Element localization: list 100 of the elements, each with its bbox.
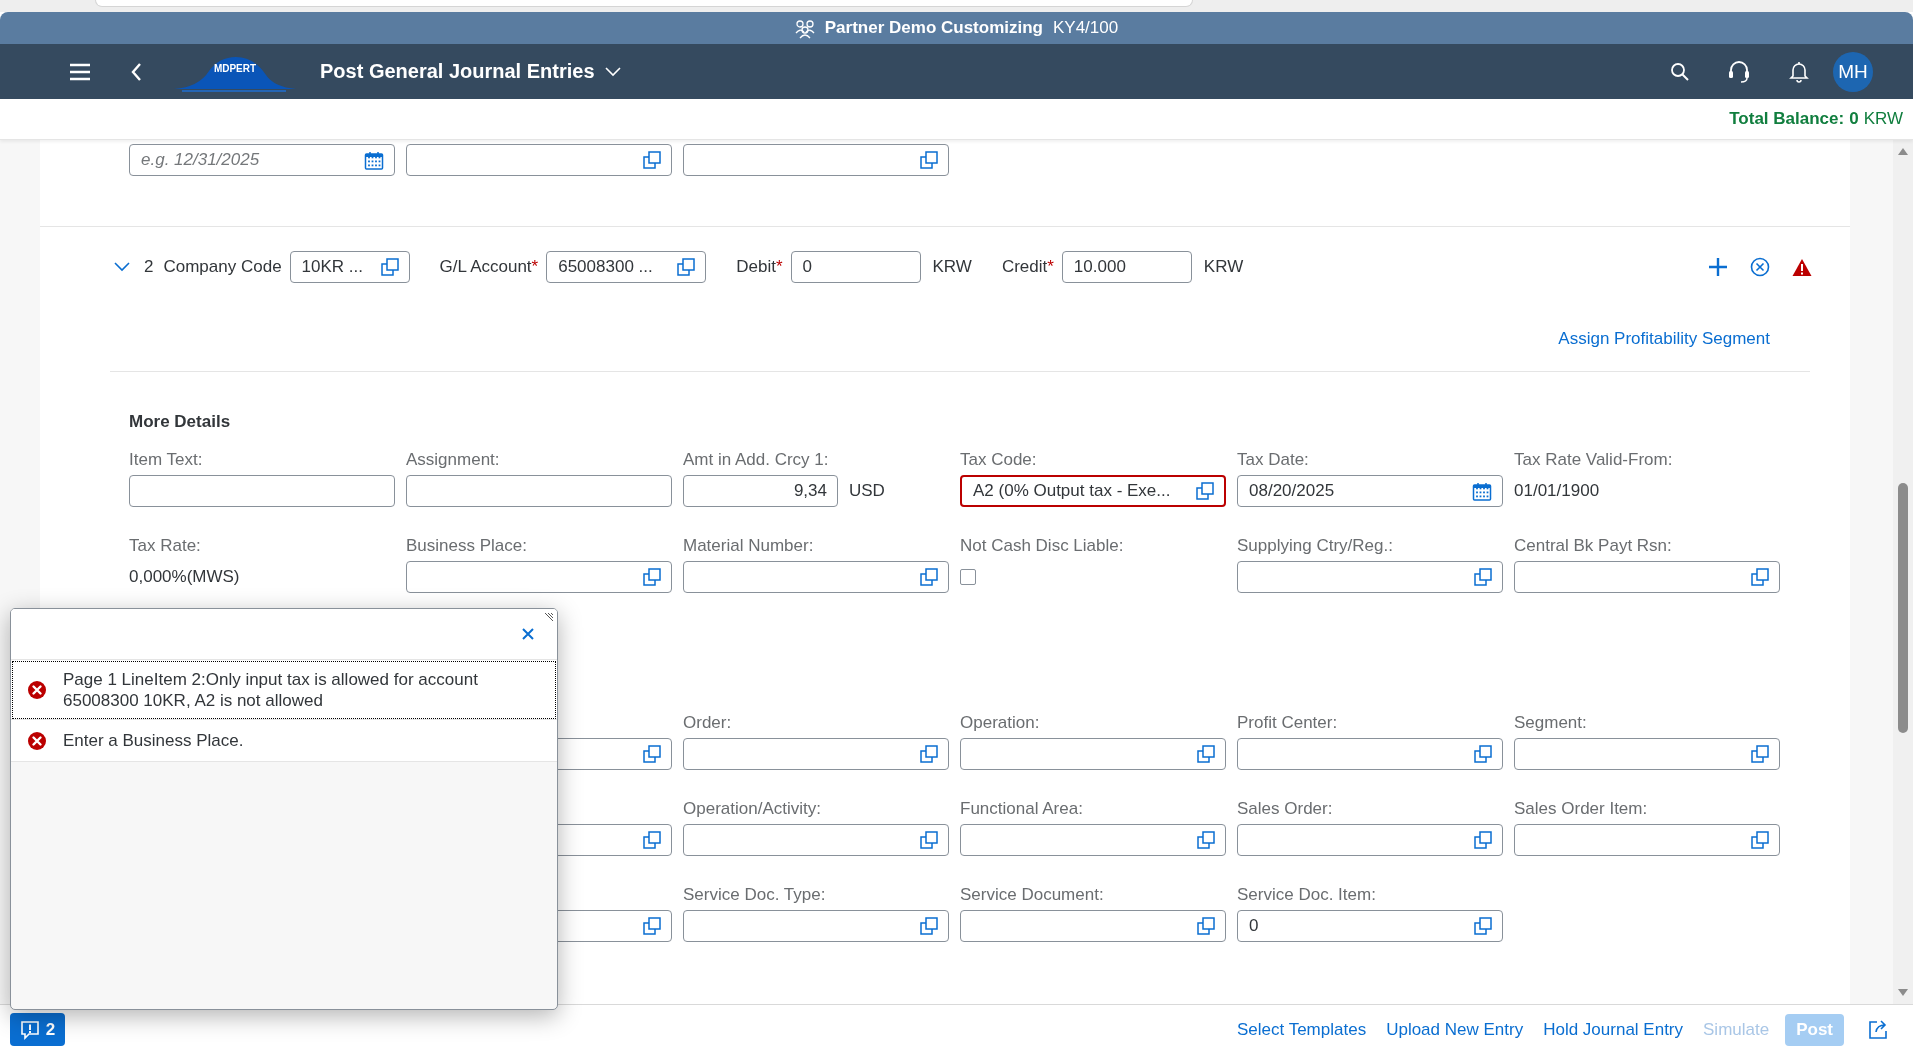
total-balance-label: Total Balance: bbox=[1729, 109, 1845, 129]
value-help-field[interactable] bbox=[1237, 561, 1503, 593]
value-help-icon[interactable] bbox=[643, 151, 661, 169]
field-label: Sales Order: bbox=[1237, 799, 1333, 818]
total-balance-amount: 0 bbox=[1849, 109, 1859, 129]
value-help-icon[interactable] bbox=[643, 917, 661, 935]
value-help-icon[interactable] bbox=[920, 831, 938, 849]
headset-icon bbox=[1728, 60, 1750, 83]
value-help-field[interactable]: A2 (0% Output tax - Exe... bbox=[960, 475, 1226, 507]
value-help-icon[interactable] bbox=[1751, 831, 1769, 849]
field-label: Tax Rate: bbox=[129, 536, 201, 555]
app-title-menu[interactable]: Post General Journal Entries bbox=[320, 60, 621, 83]
value-help-field[interactable] bbox=[960, 824, 1226, 856]
value-help-icon[interactable] bbox=[920, 568, 938, 586]
input-field[interactable] bbox=[129, 475, 395, 507]
scrollbar[interactable] bbox=[1893, 140, 1913, 1004]
field-label: Material Number: bbox=[683, 536, 814, 555]
message-item[interactable]: Page 1 LineItem 2:Only input tax is allowed for account 65008300 10KR, A2 is not allowed bbox=[11, 660, 557, 720]
add-button[interactable] bbox=[1708, 257, 1728, 277]
field-label: Assignment: bbox=[406, 450, 500, 469]
value-help-icon[interactable] bbox=[643, 831, 661, 849]
close-button[interactable] bbox=[521, 627, 535, 641]
chevron-down-icon bbox=[604, 66, 621, 77]
input-field[interactable] bbox=[406, 475, 672, 507]
system-client: KY4/100 bbox=[1053, 18, 1119, 38]
field-label: Functional Area: bbox=[960, 799, 1083, 818]
value-help-icon[interactable] bbox=[1751, 745, 1769, 763]
user-avatar[interactable]: MH bbox=[1833, 51, 1873, 92]
field-label: Company Code bbox=[163, 257, 282, 277]
field-label: Service Document: bbox=[960, 885, 1104, 904]
value-help-icon[interactable] bbox=[380, 258, 399, 276]
date-field[interactable]: 08/20/2025 bbox=[1237, 475, 1503, 507]
value-help-icon[interactable] bbox=[677, 258, 696, 276]
field-label: Debit* bbox=[736, 257, 783, 277]
value-help-field[interactable]: 10KR ... bbox=[289, 251, 410, 283]
action-link[interactable]: Hold Journal Entry bbox=[1543, 1019, 1683, 1040]
value-help-field[interactable] bbox=[1514, 738, 1780, 770]
value-help-icon[interactable] bbox=[643, 568, 661, 586]
input-field[interactable]: 0 bbox=[790, 251, 921, 283]
field-label: G/L Account* bbox=[439, 257, 539, 277]
scrollbar-thumb[interactable] bbox=[1898, 483, 1908, 733]
message-item[interactable]: Enter a Business Place. bbox=[11, 720, 557, 762]
field-label: Supplying Ctry/Reg.: bbox=[1237, 536, 1393, 555]
field-label: Amt in Add. Crcy 1: bbox=[683, 450, 829, 469]
value-help-icon[interactable] bbox=[1197, 831, 1215, 849]
field-label: Profit Center: bbox=[1237, 713, 1338, 732]
input-field[interactable]: 10.000 bbox=[1061, 251, 1192, 283]
section-title: More Details bbox=[129, 412, 232, 432]
value-help-icon[interactable] bbox=[1474, 745, 1492, 763]
search-icon bbox=[1669, 62, 1689, 81]
delete-button[interactable] bbox=[1750, 257, 1770, 277]
value-help-field[interactable] bbox=[683, 561, 949, 593]
plus-icon bbox=[1708, 257, 1728, 277]
total-balance-currency: KRW bbox=[1863, 109, 1903, 129]
value-help-field[interactable] bbox=[406, 561, 672, 593]
date-field[interactable]: e.g. 12/31/2025 bbox=[129, 144, 395, 176]
value-help-field[interactable] bbox=[683, 910, 949, 942]
value-help-field[interactable] bbox=[406, 144, 672, 176]
value-help-field[interactable] bbox=[960, 910, 1226, 942]
checkbox[interactable] bbox=[960, 569, 976, 585]
action-link[interactable]: Select Templates bbox=[1237, 1019, 1367, 1040]
currency-unit: KRW bbox=[932, 257, 972, 277]
field-label: Credit* bbox=[1001, 257, 1054, 277]
value-help-icon[interactable] bbox=[643, 745, 661, 763]
value-help-field[interactable] bbox=[960, 738, 1226, 770]
value-help-icon[interactable] bbox=[920, 151, 938, 169]
value-help-icon[interactable] bbox=[1474, 568, 1492, 586]
value-help-field[interactable] bbox=[683, 144, 949, 176]
calendar-icon[interactable] bbox=[364, 150, 384, 170]
value-help-field[interactable]: 65008300 ... bbox=[546, 251, 707, 283]
value-help-icon[interactable] bbox=[920, 745, 938, 763]
share-button[interactable] bbox=[1868, 1019, 1888, 1040]
field-label: Item Text: bbox=[129, 450, 203, 469]
field-label: Central Bk Payt Rsn: bbox=[1514, 536, 1672, 555]
assign-profitability-link[interactable]: Assign Profitability Segment bbox=[1558, 329, 1770, 349]
value-help-icon[interactable] bbox=[1197, 745, 1215, 763]
message-button[interactable]: 2 bbox=[10, 1013, 65, 1046]
logo-text: MDPERT bbox=[212, 62, 258, 74]
field-label: Not Cash Disc Liable: bbox=[960, 536, 1124, 555]
value-help-field[interactable] bbox=[683, 738, 949, 770]
action-link[interactable]: Upload New Entry bbox=[1386, 1019, 1524, 1040]
value-help-icon[interactable] bbox=[1474, 831, 1492, 849]
value-help-icon[interactable] bbox=[1197, 917, 1215, 935]
value-help-icon[interactable] bbox=[1474, 917, 1492, 935]
value-help-field[interactable] bbox=[1237, 824, 1503, 856]
value-help-field[interactable] bbox=[1514, 561, 1780, 593]
value-help-field[interactable] bbox=[1237, 738, 1503, 770]
value-help-icon[interactable] bbox=[1196, 482, 1214, 500]
warning-icon bbox=[1792, 257, 1812, 277]
amount-field[interactable]: 9,34 bbox=[683, 475, 838, 507]
value-help-icon[interactable] bbox=[920, 917, 938, 935]
currency-unit: KRW bbox=[1203, 257, 1244, 277]
calendar-icon[interactable] bbox=[1472, 481, 1492, 501]
value-help-field[interactable] bbox=[1514, 824, 1780, 856]
field-label: Segment: bbox=[1514, 713, 1587, 732]
value-help-field[interactable]: 0 bbox=[1237, 910, 1503, 942]
error-status-button[interactable] bbox=[1792, 257, 1812, 277]
value-help-field[interactable] bbox=[683, 824, 949, 856]
value-help-icon[interactable] bbox=[1751, 568, 1769, 586]
field-label: Sales Order Item: bbox=[1514, 799, 1648, 818]
